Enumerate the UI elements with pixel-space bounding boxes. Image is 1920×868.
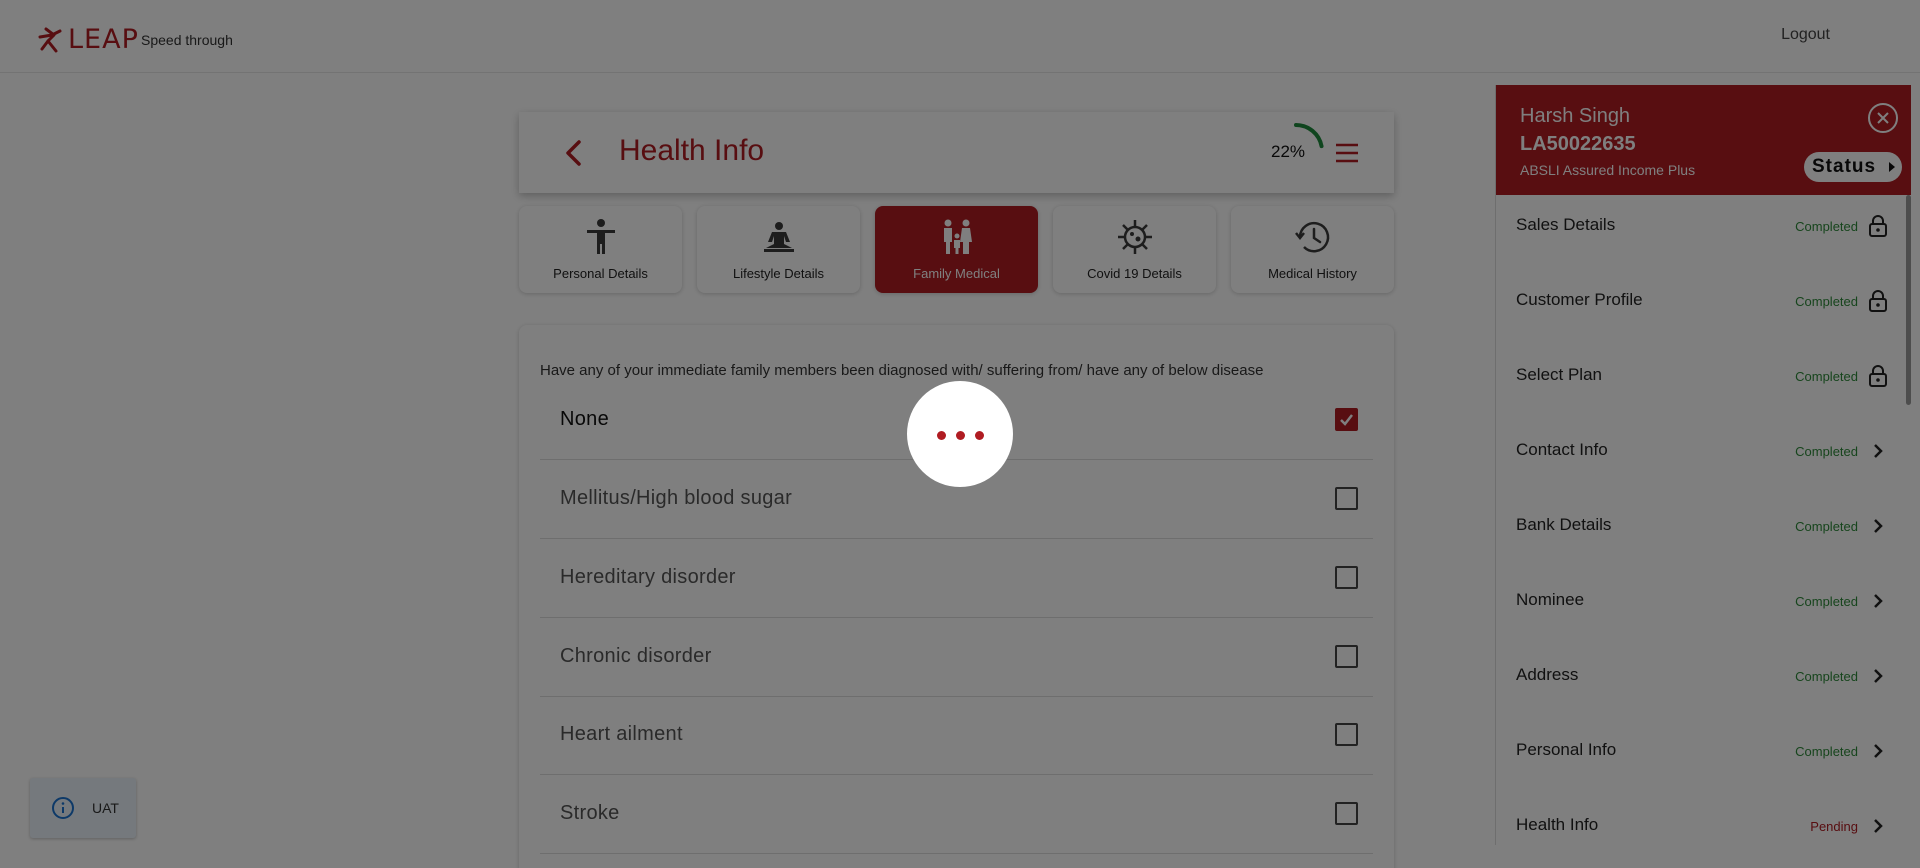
loader-dot (956, 431, 965, 440)
loading-spinner (907, 381, 1013, 487)
loader-dot (937, 431, 946, 440)
loader-dot (975, 431, 984, 440)
